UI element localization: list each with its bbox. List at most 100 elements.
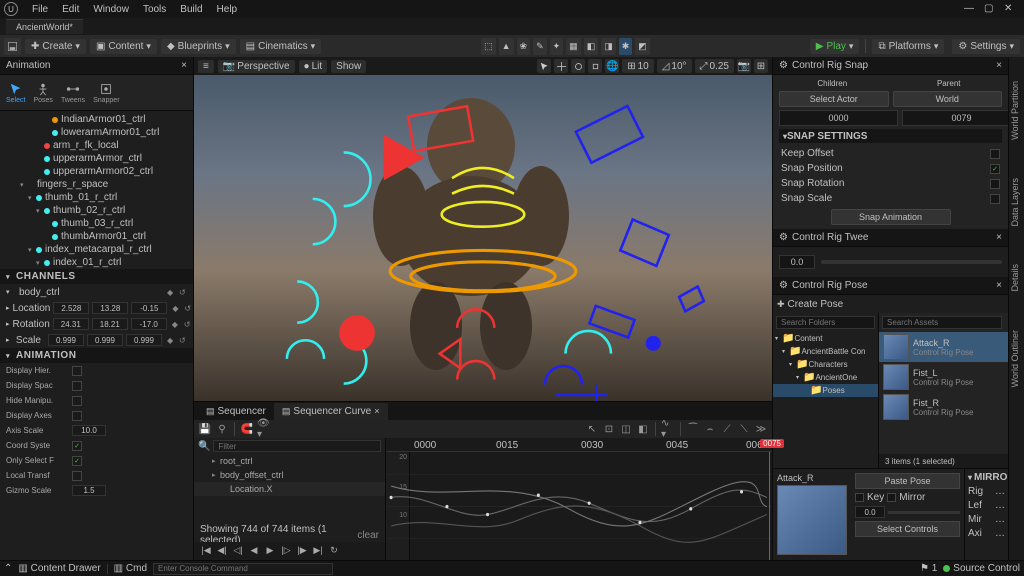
minimize-icon[interactable]: —: [964, 3, 976, 15]
goto-start[interactable]: |◀: [200, 545, 212, 557]
select-actor-button[interactable]: Select Actor: [779, 91, 889, 107]
next-key[interactable]: |▶: [296, 545, 308, 557]
mode-landscape[interactable]: ▲: [499, 38, 514, 55]
snap-angle[interactable]: ◿ 10°: [657, 59, 692, 73]
seq-browse-icon[interactable]: ⚲: [215, 422, 229, 436]
tab-sequencer[interactable]: ▤ Sequencer: [198, 403, 274, 420]
viewport-menu[interactable]: ≡: [198, 60, 214, 73]
tree-row[interactable]: ▾thumb_02_r_ctrl: [0, 204, 193, 217]
snap-grid[interactable]: ⊞ 10: [622, 59, 654, 73]
prev-key[interactable]: ◀|: [216, 545, 228, 557]
viewport-lit[interactable]: ● Lit: [299, 60, 328, 73]
viewport-3d[interactable]: [194, 75, 772, 401]
expand-icon[interactable]: ⌃: [4, 563, 12, 574]
menu-file[interactable]: File: [26, 2, 54, 17]
layout-icon[interactable]: ⊞: [754, 59, 768, 73]
tab-sequencer-curve[interactable]: ▤ Sequencer Curve ×: [274, 403, 388, 420]
snap-settings-header[interactable]: ▾ SNAP SETTINGS: [779, 129, 1002, 143]
key-checkbox[interactable]: [855, 493, 864, 502]
pose-item[interactable]: Fist_LControl Rig Pose: [879, 362, 1024, 392]
step-fwd[interactable]: |▷: [280, 545, 292, 557]
pose-item[interactable]: Attack_RControl Rig Pose: [879, 332, 1024, 362]
mode-brush[interactable]: ▦: [566, 38, 581, 55]
world-button[interactable]: World: [893, 91, 1003, 107]
save-button[interactable]: [4, 38, 21, 55]
tool-poses[interactable]: Poses: [33, 82, 52, 104]
reset-icon[interactable]: ↺: [179, 288, 187, 296]
mirror-checkbox[interactable]: [887, 493, 896, 502]
menu-build[interactable]: Build: [174, 2, 208, 17]
tree-row[interactable]: lowerarmArmor01_ctrl: [0, 126, 193, 139]
playhead[interactable]: 0075: [769, 452, 770, 560]
seq-tan2[interactable]: ⌢: [703, 422, 717, 436]
tween-value-input[interactable]: [779, 255, 815, 269]
animation-opts-header[interactable]: ▾ANIMATION: [0, 348, 193, 363]
tree-row[interactable]: ▾index_metacarpal_r_ctrl: [0, 243, 193, 256]
time-ruler[interactable]: 0000 0015 0030 0045 0060: [386, 438, 772, 452]
tree-row[interactable]: IndianArmor01_ctrl: [0, 113, 193, 126]
tool-tweens[interactable]: Tweens: [61, 82, 85, 104]
snap-end-input[interactable]: [902, 110, 1021, 126]
mode-x3[interactable]: ◩: [635, 38, 650, 55]
platforms-button[interactable]: ⧉Platforms▾: [872, 39, 944, 54]
project-tab[interactable]: AncientWorld*: [6, 19, 83, 34]
seq-snap-icon[interactable]: 🧲: [240, 422, 254, 436]
tree-row[interactable]: ▾fingers_r_space: [0, 178, 193, 191]
tool-snapper[interactable]: Snapper: [93, 82, 119, 104]
tool-select[interactable]: Select: [6, 82, 25, 104]
cmd-label[interactable]: ▥ Cmd: [114, 563, 147, 574]
viewport-perspective[interactable]: 📷 Perspective: [218, 60, 295, 73]
menu-tools[interactable]: Tools: [137, 2, 172, 17]
tree-row[interactable]: arm_r_fk_local: [0, 139, 193, 152]
channels-header[interactable]: ▾CHANNELS: [0, 269, 193, 284]
key-icon[interactable]: ◆: [167, 288, 175, 296]
curve-editor[interactable]: 0000 0015 0030 0045 0060 20 15 10: [386, 438, 772, 560]
rig-hierarchy-tree[interactable]: IndianArmor01_ctrllowerarmArmor01_ctrlar…: [0, 111, 193, 269]
viewport-show[interactable]: Show: [331, 60, 366, 73]
tree-row[interactable]: upperarmArmor_ctrl: [0, 152, 193, 165]
track-row[interactable]: ▸root_ctrl: [194, 454, 385, 468]
select-controls-button[interactable]: Select Controls: [855, 521, 960, 537]
track-row[interactable]: Location.X: [194, 482, 385, 496]
content-button[interactable]: ▣Content▾: [90, 39, 157, 54]
panel-close-icon[interactable]: ×: [181, 60, 187, 71]
tree-row[interactable]: ▾index_01_r_ctrl: [0, 256, 193, 269]
step-back[interactable]: ◁|: [232, 545, 244, 557]
seq-more[interactable]: ≫: [754, 422, 768, 436]
seq-t1[interactable]: ◫: [619, 422, 633, 436]
content-drawer-button[interactable]: ▥ Content Drawer: [18, 563, 100, 574]
settings-button[interactable]: ⚙Settings▾: [952, 39, 1020, 54]
gizmo-rotate[interactable]: [571, 59, 585, 73]
seq-tan1[interactable]: ⁀: [686, 422, 700, 436]
seq-eye-icon[interactable]: 👁 ▾: [257, 422, 271, 436]
sidetab-details[interactable]: Details: [1009, 260, 1024, 296]
paste-pose-button[interactable]: Paste Pose: [855, 473, 960, 489]
console-input[interactable]: [153, 563, 333, 575]
seq-frame-icon[interactable]: ⊡: [602, 422, 616, 436]
seq-cursor-icon[interactable]: ↖: [585, 422, 599, 436]
maximize-icon[interactable]: ▢: [984, 3, 996, 15]
seq-tan4[interactable]: ⟍: [737, 422, 751, 436]
mode-animation[interactable]: ✱: [619, 38, 633, 55]
seq-tangent[interactable]: ∿ ▾: [661, 422, 675, 436]
search-assets-input[interactable]: [882, 316, 1002, 329]
pose-blend-input[interactable]: [855, 506, 885, 518]
close-icon[interactable]: ×: [996, 60, 1002, 71]
tween-slider[interactable]: [821, 260, 1002, 264]
create-pose-button[interactable]: ✚ Create Pose: [777, 299, 843, 310]
snap-animation-button[interactable]: Snap Animation: [831, 209, 951, 225]
play-rev[interactable]: ◀: [248, 545, 260, 557]
track-row[interactable]: ▸body_offset_ctrl: [194, 468, 385, 482]
mode-select[interactable]: ⬚: [481, 38, 496, 55]
tree-row[interactable]: upperarmArmor02_ctrl: [0, 165, 193, 178]
close-icon[interactable]: ×: [996, 280, 1002, 291]
gizmo-select[interactable]: [537, 59, 551, 73]
camera-speed[interactable]: 📷: [737, 59, 751, 73]
goto-end[interactable]: ▶|: [312, 545, 324, 557]
tree-row[interactable]: thumb_03_r_ctrl: [0, 217, 193, 230]
folder-row[interactable]: ▾📁 AncientBattle Con: [773, 345, 878, 358]
gizmo-scale[interactable]: [588, 59, 602, 73]
folder-row[interactable]: ▾📁 Characters: [773, 358, 878, 371]
loop[interactable]: ↻: [328, 545, 340, 557]
mode-foliage[interactable]: ❀: [517, 38, 531, 55]
